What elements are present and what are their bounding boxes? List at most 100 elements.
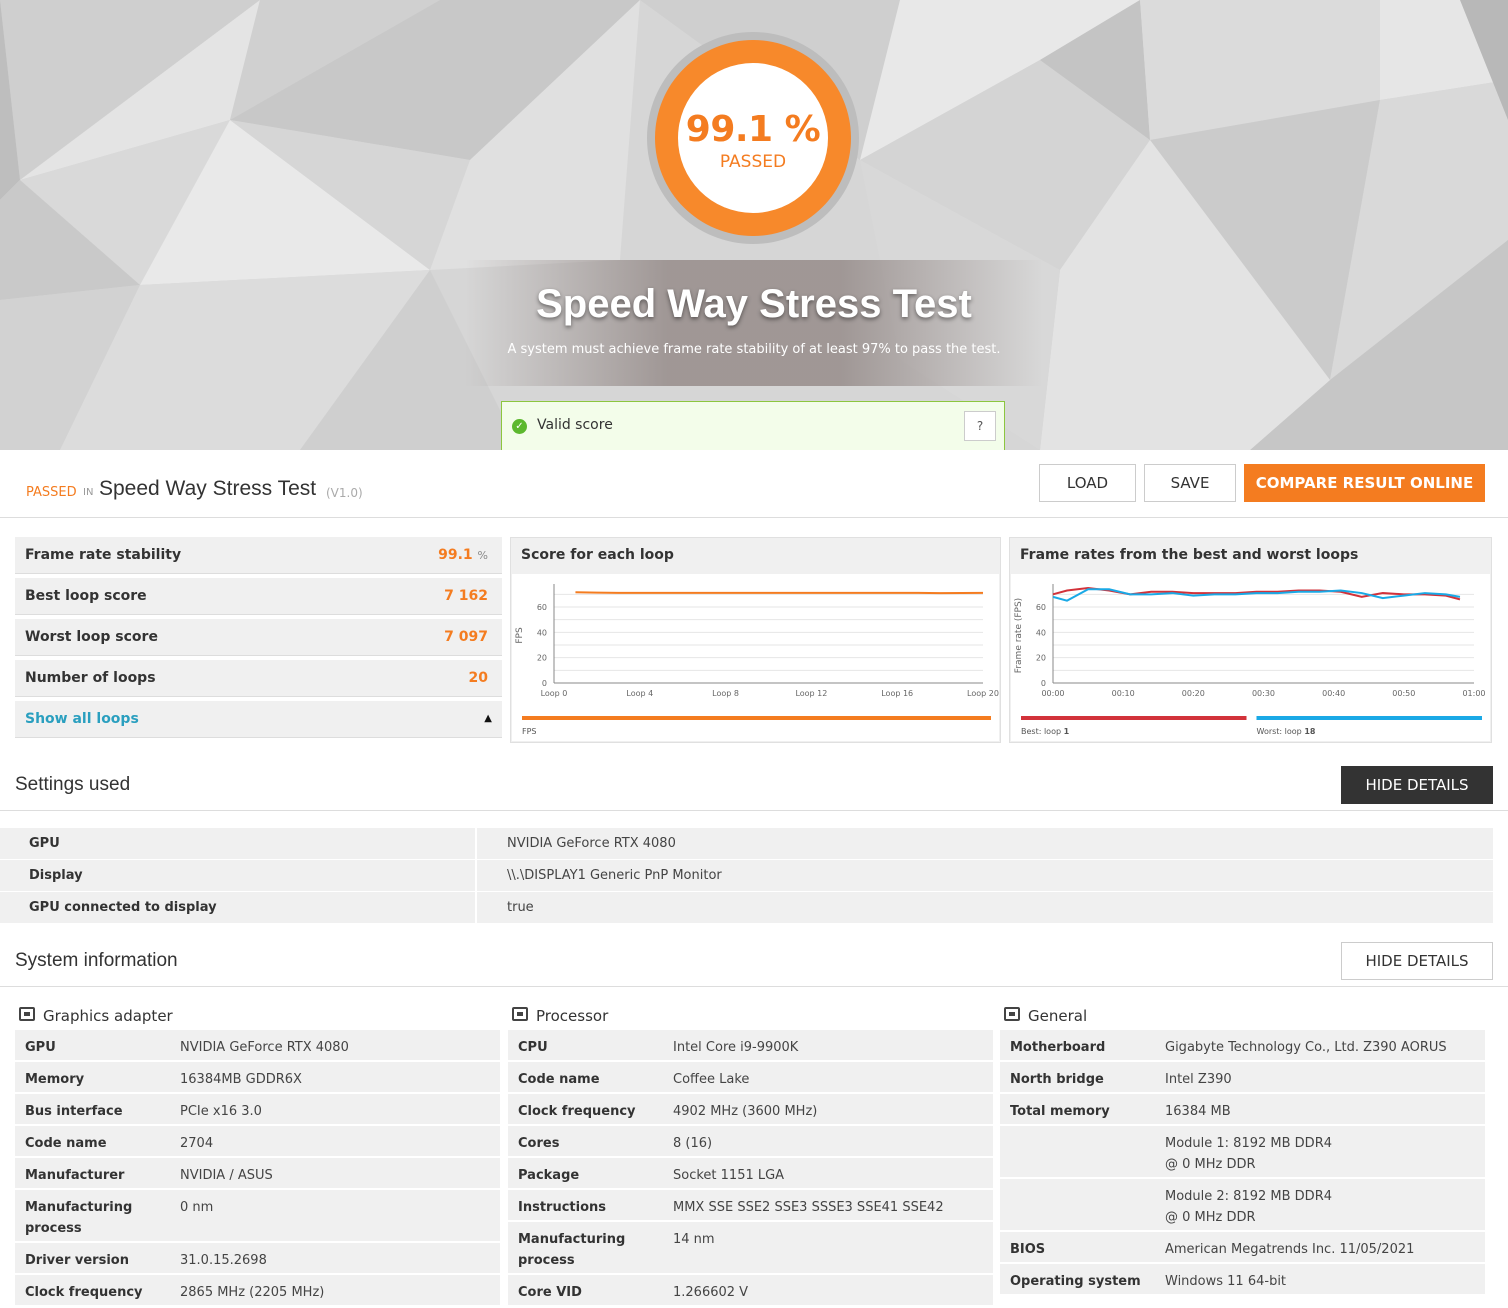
- info-row: North bridge Intel Z390: [1000, 1062, 1485, 1092]
- info-value: Socket 1151 LGA: [673, 1168, 785, 1183]
- info-value: Module 2: 8192 MB DDR4 @ 0 MHz DDR: [1165, 1186, 1332, 1228]
- info-row: Operating system Windows 11 64-bit: [1000, 1264, 1485, 1294]
- info-row: BIOS American Megatrends Inc. 11/05/2021: [1000, 1232, 1485, 1262]
- module-line: Module 1: 8192 MB DDR4: [1165, 1136, 1332, 1151]
- load-button[interactable]: LOAD: [1039, 464, 1136, 502]
- show-all-loops-toggle[interactable]: Show all loops ▲: [15, 701, 502, 738]
- show-all-loops-link[interactable]: Show all loops: [25, 711, 139, 727]
- loop-score-panel: Score for each loop 0 20 40 60 Loop 0 Loop 4 L…: [510, 537, 1001, 743]
- module-line: Module 2: 8192 MB DDR4: [1165, 1189, 1332, 1204]
- info-value: NVIDIA GeForce RTX 4080: [180, 1040, 349, 1055]
- x-tick-label: Loop 8: [712, 689, 739, 698]
- benchmark-version: (V1.0): [326, 486, 363, 500]
- column-header: Graphics adapter: [15, 1004, 500, 1030]
- info-value: Windows 11 64-bit: [1165, 1274, 1287, 1289]
- info-key: Code name: [518, 1072, 600, 1087]
- check-icon: ✓: [512, 419, 527, 434]
- setting-key: GPU connected to display: [29, 900, 217, 915]
- info-row: Package Socket 1151 LGA: [508, 1158, 993, 1188]
- info-row: Cores 8 (16): [508, 1126, 993, 1156]
- info-value: 1.266602 V: [673, 1285, 749, 1300]
- info-value: 14 nm: [673, 1232, 715, 1247]
- y-tick-label: 60: [537, 603, 547, 612]
- info-key: Manufacturing process: [518, 1232, 626, 1268]
- info-value: 2704: [180, 1136, 214, 1151]
- divider: [0, 810, 1508, 811]
- settings-heading: Settings used: [15, 774, 131, 795]
- stat-value: 7 097: [444, 629, 488, 645]
- info-row: Instructions MMX SSE SSE2 SSE3 SSSE3 SSE4…: [508, 1190, 993, 1236]
- info-key: Cores: [518, 1136, 560, 1151]
- info-key: BIOS: [1010, 1242, 1046, 1257]
- setting-value: \\.\DISPLAY1 Generic PnP Monitor: [507, 868, 722, 883]
- info-value: PCIe x16 3.0: [180, 1104, 262, 1119]
- frame-rate-chart: 0 20 40 60 00:00 00:10 00:20 00:30 00:40 00:50 01:…: [1014, 584, 1486, 736]
- setting-value: NVIDIA GeForce RTX 4080: [507, 836, 676, 851]
- settings-row: Display \\.\DISPLAY1 Generic PnP Monitor: [0, 860, 1493, 891]
- info-row: Code name 2704: [15, 1126, 500, 1156]
- chart-title: Frame rates from the best and worst loop…: [1020, 547, 1359, 563]
- info-value: Module 1: 8192 MB DDR4 @ 0 MHz DDR: [1165, 1133, 1332, 1175]
- in-label: IN: [83, 487, 94, 498]
- stat-number: 99.1: [438, 547, 473, 563]
- info-key: CPU: [518, 1040, 548, 1055]
- info-row: Bus interface PCIe x16 3.0: [15, 1094, 500, 1124]
- info-key: Total memory: [1010, 1104, 1110, 1119]
- legend-prefix: Best: loop: [1021, 727, 1064, 736]
- stat-row: Best loop score 7 162: [15, 578, 502, 615]
- column-header: General: [1000, 1004, 1485, 1030]
- info-value: 0 nm: [180, 1200, 214, 1215]
- computer-icon: [1004, 1007, 1020, 1021]
- x-tick-label: 00:50: [1392, 689, 1415, 698]
- info-key: North bridge: [1010, 1072, 1104, 1087]
- x-tick-label: Loop 0: [541, 689, 568, 698]
- info-row: Motherboard Gigabyte Technology Co., Ltd.…: [1000, 1030, 1485, 1076]
- x-tick-label: 00:40: [1322, 689, 1345, 698]
- compare-result-online-button[interactable]: COMPARE RESULT ONLINE: [1244, 464, 1485, 502]
- x-tick-label: 00:00: [1041, 689, 1064, 698]
- loop-score-chart: 0 20 40 60 Loop 0 Loop 4 Loop 8 Loop 12 Loop 16 L…: [515, 584, 999, 736]
- info-value: Intel Core i9-9900K: [673, 1040, 799, 1055]
- module-line: @ 0 MHz DDR: [1165, 1210, 1256, 1225]
- general-column: General Motherboard Gigabyte Technology C…: [1000, 1004, 1485, 1296]
- x-tick-label: Loop 20: [967, 689, 999, 698]
- y-tick-label: 20: [537, 654, 547, 663]
- valid-score-label: Valid score: [537, 417, 613, 433]
- hide-details-button[interactable]: HIDE DETAILS: [1341, 766, 1493, 804]
- y-tick-label: 0: [1041, 679, 1046, 688]
- y-tick-label: 60: [1036, 603, 1046, 612]
- result-status: PASSED: [719, 152, 787, 172]
- x-tick-label: 01:00: [1462, 689, 1485, 698]
- hide-details-button[interactable]: HIDE DETAILS: [1341, 942, 1493, 980]
- y-tick-label: 20: [1036, 654, 1046, 663]
- setting-value: true: [507, 900, 534, 915]
- info-row: Manufacturing process 0 nm: [15, 1190, 500, 1241]
- save-button[interactable]: SAVE: [1144, 464, 1236, 502]
- legend-label: FPS: [522, 727, 537, 736]
- legend-bar: [522, 716, 991, 720]
- info-key: Motherboard: [1010, 1040, 1106, 1055]
- legend-label: Worst: loop 18: [1257, 727, 1316, 736]
- info-row: Manufacturer NVIDIA / ASUS: [15, 1158, 500, 1188]
- x-tick-label: Loop 4: [626, 689, 653, 698]
- graphics-adapter-column: Graphics adapter GPU NVIDIA GeForce RTX 4…: [15, 1004, 500, 1307]
- x-tick-label: 00:30: [1252, 689, 1275, 698]
- graphics-card-icon: [19, 1007, 35, 1021]
- y-axis-label: Frame rate (FPS): [1014, 598, 1024, 673]
- stat-label: Best loop score: [25, 588, 147, 604]
- x-tick-label: 00:10: [1112, 689, 1135, 698]
- triangle-up-icon: ▲: [484, 713, 492, 724]
- info-row: Driver version 31.0.15.2698: [15, 1243, 500, 1273]
- info-key: GPU: [25, 1040, 56, 1055]
- processor-column: Processor CPU Intel Core i9-9900K Code na…: [508, 1004, 993, 1307]
- legend-bar: [1256, 716, 1482, 720]
- y-axis-label: FPS: [515, 627, 525, 644]
- settings-row: GPU connected to display true: [0, 892, 1493, 923]
- info-value: 16384MB GDDR6X: [180, 1072, 302, 1087]
- stat-value: 20: [468, 670, 488, 686]
- test-description: A system must achieve frame rate stabili…: [507, 342, 1001, 357]
- info-value: NVIDIA / ASUS: [180, 1168, 273, 1183]
- stat-value: 7 162: [444, 588, 488, 604]
- benchmark-name: Speed Way Stress Test: [99, 477, 317, 500]
- help-button[interactable]: ?: [964, 411, 996, 441]
